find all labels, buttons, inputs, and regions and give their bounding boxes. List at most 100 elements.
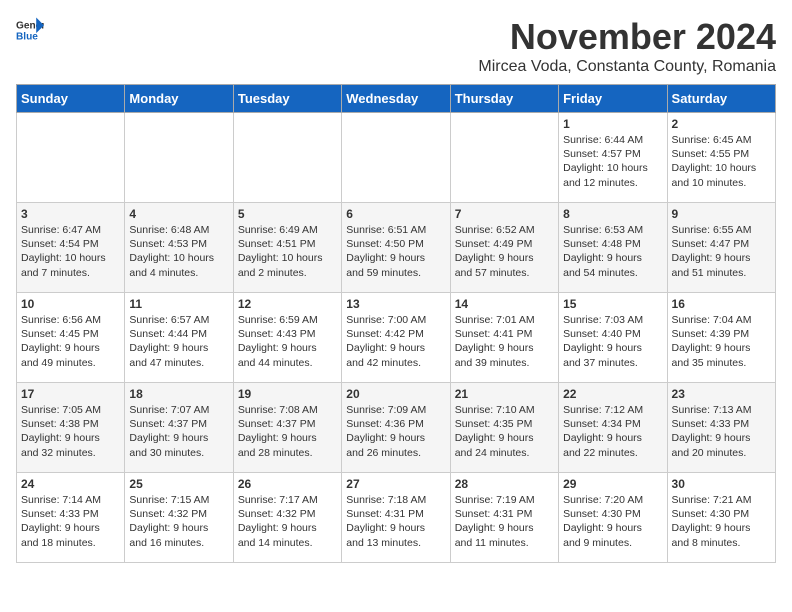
day-info: and 22 minutes. (563, 446, 662, 460)
title-area: November 2024 Mircea Voda, Constanta Cou… (478, 16, 776, 76)
day-info: and 8 minutes. (672, 536, 771, 550)
day-info: Daylight: 10 hours (672, 161, 771, 175)
day-info: Sunrise: 6:59 AM (238, 313, 337, 327)
day-info: and 54 minutes. (563, 266, 662, 280)
calendar-cell: 14Sunrise: 7:01 AMSunset: 4:41 PMDayligh… (450, 293, 558, 383)
week-row-1: 1Sunrise: 6:44 AMSunset: 4:57 PMDaylight… (17, 113, 776, 203)
day-info: Daylight: 9 hours (672, 521, 771, 535)
day-info: Sunrise: 6:45 AM (672, 133, 771, 147)
svg-text:Blue: Blue (16, 31, 38, 42)
day-info: Daylight: 9 hours (455, 251, 554, 265)
day-info: Sunset: 4:36 PM (346, 417, 445, 431)
day-info: and 9 minutes. (563, 536, 662, 550)
calendar-cell: 5Sunrise: 6:49 AMSunset: 4:51 PMDaylight… (233, 203, 341, 293)
calendar-cell: 26Sunrise: 7:17 AMSunset: 4:32 PMDayligh… (233, 473, 341, 563)
day-info: and 2 minutes. (238, 266, 337, 280)
day-info: Daylight: 10 hours (21, 251, 120, 265)
calendar-cell: 18Sunrise: 7:07 AMSunset: 4:37 PMDayligh… (125, 383, 233, 473)
day-info: and 18 minutes. (21, 536, 120, 550)
calendar-cell: 23Sunrise: 7:13 AMSunset: 4:33 PMDayligh… (667, 383, 775, 473)
calendar-cell: 21Sunrise: 7:10 AMSunset: 4:35 PMDayligh… (450, 383, 558, 473)
day-info: Daylight: 9 hours (21, 431, 120, 445)
day-number: 24 (21, 477, 120, 491)
day-info: Sunset: 4:53 PM (129, 237, 228, 251)
day-info: and 14 minutes. (238, 536, 337, 550)
day-info: Sunset: 4:44 PM (129, 327, 228, 341)
day-info: Daylight: 9 hours (563, 251, 662, 265)
day-info: Sunset: 4:57 PM (563, 147, 662, 161)
day-info: Sunrise: 7:17 AM (238, 493, 337, 507)
day-info: Sunrise: 7:00 AM (346, 313, 445, 327)
calendar-cell (450, 113, 558, 203)
day-info: and 12 minutes. (563, 176, 662, 190)
day-number: 25 (129, 477, 228, 491)
day-info: Daylight: 9 hours (129, 341, 228, 355)
day-info: Daylight: 9 hours (455, 341, 554, 355)
day-info: Sunrise: 7:19 AM (455, 493, 554, 507)
calendar-cell: 17Sunrise: 7:05 AMSunset: 4:38 PMDayligh… (17, 383, 125, 473)
day-info: Daylight: 9 hours (346, 341, 445, 355)
day-number: 13 (346, 297, 445, 311)
day-info: Daylight: 9 hours (672, 341, 771, 355)
calendar-cell: 2Sunrise: 6:45 AMSunset: 4:55 PMDaylight… (667, 113, 775, 203)
calendar-cell: 29Sunrise: 7:20 AMSunset: 4:30 PMDayligh… (559, 473, 667, 563)
day-info: Sunset: 4:30 PM (672, 507, 771, 521)
day-info: Sunset: 4:55 PM (672, 147, 771, 161)
calendar-cell: 20Sunrise: 7:09 AMSunset: 4:36 PMDayligh… (342, 383, 450, 473)
day-info: Sunrise: 6:52 AM (455, 223, 554, 237)
day-number: 19 (238, 387, 337, 401)
day-info: Daylight: 9 hours (672, 431, 771, 445)
day-info: Daylight: 10 hours (563, 161, 662, 175)
day-number: 30 (672, 477, 771, 491)
day-info: and 10 minutes. (672, 176, 771, 190)
day-info: Daylight: 9 hours (563, 341, 662, 355)
day-info: Sunrise: 6:47 AM (21, 223, 120, 237)
day-number: 10 (21, 297, 120, 311)
calendar-cell: 15Sunrise: 7:03 AMSunset: 4:40 PMDayligh… (559, 293, 667, 383)
day-info: Sunset: 4:45 PM (21, 327, 120, 341)
day-info: Sunset: 4:32 PM (129, 507, 228, 521)
day-info: Daylight: 9 hours (563, 431, 662, 445)
day-info: Daylight: 9 hours (21, 341, 120, 355)
day-number: 22 (563, 387, 662, 401)
week-row-2: 3Sunrise: 6:47 AMSunset: 4:54 PMDaylight… (17, 203, 776, 293)
day-info: Sunset: 4:32 PM (238, 507, 337, 521)
day-info: Sunrise: 6:44 AM (563, 133, 662, 147)
calendar-cell: 27Sunrise: 7:18 AMSunset: 4:31 PMDayligh… (342, 473, 450, 563)
day-info: and 42 minutes. (346, 356, 445, 370)
calendar-cell: 1Sunrise: 6:44 AMSunset: 4:57 PMDaylight… (559, 113, 667, 203)
day-number: 6 (346, 207, 445, 221)
day-info: Sunrise: 7:18 AM (346, 493, 445, 507)
day-info: Sunrise: 7:04 AM (672, 313, 771, 327)
day-info: Sunrise: 6:53 AM (563, 223, 662, 237)
day-info: Daylight: 10 hours (238, 251, 337, 265)
day-info: Daylight: 9 hours (346, 521, 445, 535)
day-info: Daylight: 9 hours (238, 431, 337, 445)
day-info: Sunrise: 6:48 AM (129, 223, 228, 237)
day-number: 4 (129, 207, 228, 221)
day-info: Sunset: 4:43 PM (238, 327, 337, 341)
calendar-cell: 19Sunrise: 7:08 AMSunset: 4:37 PMDayligh… (233, 383, 341, 473)
weekday-sunday: Sunday (17, 85, 125, 113)
subtitle: Mircea Voda, Constanta County, Romania (478, 58, 776, 76)
day-info: Sunset: 4:35 PM (455, 417, 554, 431)
day-info: and 24 minutes. (455, 446, 554, 460)
calendar-cell: 12Sunrise: 6:59 AMSunset: 4:43 PMDayligh… (233, 293, 341, 383)
day-info: Daylight: 9 hours (129, 521, 228, 535)
day-info: and 30 minutes. (129, 446, 228, 460)
day-info: Sunset: 4:31 PM (346, 507, 445, 521)
day-info: Sunset: 4:37 PM (238, 417, 337, 431)
day-info: Daylight: 9 hours (238, 341, 337, 355)
day-number: 5 (238, 207, 337, 221)
day-info: and 4 minutes. (129, 266, 228, 280)
day-info: and 35 minutes. (672, 356, 771, 370)
day-info: Sunset: 4:37 PM (129, 417, 228, 431)
day-info: Sunset: 4:51 PM (238, 237, 337, 251)
day-info: and 37 minutes. (563, 356, 662, 370)
calendar-cell (233, 113, 341, 203)
day-info: Sunset: 4:33 PM (21, 507, 120, 521)
day-number: 23 (672, 387, 771, 401)
day-info: Sunrise: 6:55 AM (672, 223, 771, 237)
day-info: Sunrise: 7:03 AM (563, 313, 662, 327)
day-info: and 26 minutes. (346, 446, 445, 460)
